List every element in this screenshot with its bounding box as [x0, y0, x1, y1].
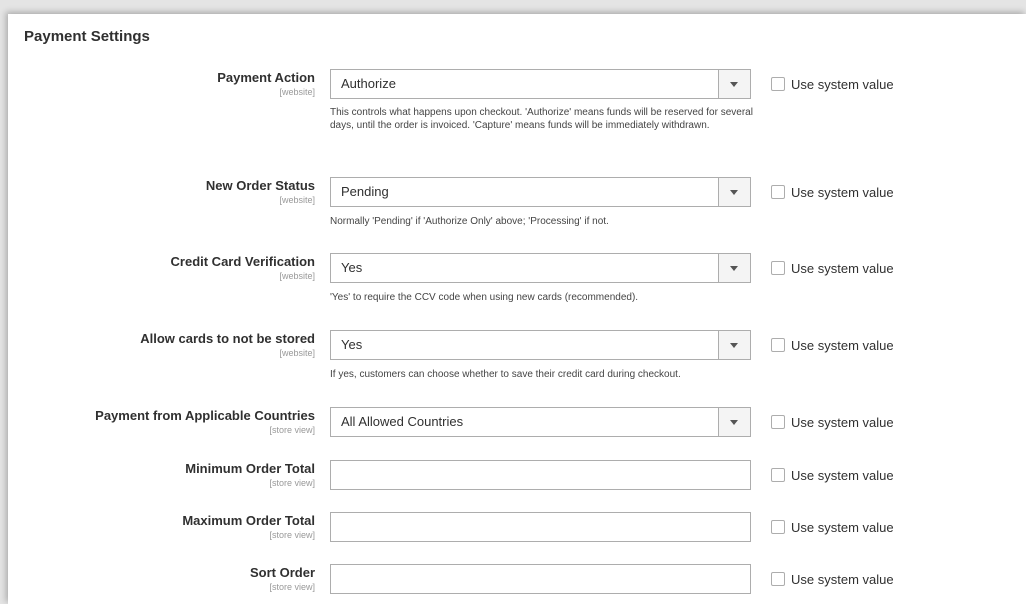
field-label-text: Minimum Order Total: [185, 461, 315, 476]
field-label: Payment from Applicable Countries [store…: [8, 407, 315, 436]
field-label-text: Payment from Applicable Countries: [95, 408, 315, 423]
field-label-text: Maximum Order Total: [182, 513, 315, 528]
use-system-value-checkbox[interactable]: [771, 185, 785, 199]
chevron-down-icon: [730, 266, 738, 271]
field-label-text: Payment Action: [217, 70, 315, 85]
field-scope: [store view]: [269, 582, 315, 592]
field-note: 'Yes' to require the CCV code when using…: [330, 292, 639, 303]
use-system-value-checkbox[interactable]: [771, 572, 785, 586]
field-note: This controls what happens upon checkout…: [330, 107, 753, 131]
payment-action-select[interactable]: Authorize: [330, 69, 751, 99]
field-label: Payment Action [website]: [8, 69, 315, 98]
section-title: Payment Settings: [24, 28, 150, 45]
field-label-text: New Order Status: [205, 178, 315, 193]
chevron-down-icon: [730, 343, 738, 348]
use-system-value-label[interactable]: Use system value: [791, 338, 894, 353]
use-system-value[interactable]: Use system value: [771, 335, 894, 355]
use-system-value-label[interactable]: Use system value: [791, 185, 894, 200]
field-scope: [website]: [279, 195, 315, 205]
dropdown-button[interactable]: [718, 70, 750, 98]
field-label: New Order Status [website]: [8, 177, 315, 206]
field-label-text: Credit Card Verification: [170, 254, 315, 269]
use-system-value-checkbox[interactable]: [771, 261, 785, 275]
chevron-down-icon: [730, 190, 738, 195]
sort-order-input[interactable]: [330, 564, 751, 594]
use-system-value-label[interactable]: Use system value: [791, 77, 894, 92]
use-system-value-label[interactable]: Use system value: [791, 468, 894, 483]
use-system-value-checkbox[interactable]: [771, 77, 785, 91]
field-scope: [website]: [279, 271, 315, 281]
use-system-value[interactable]: Use system value: [771, 465, 894, 485]
field-note: Normally 'Pending' if 'Authorize Only' a…: [330, 216, 609, 227]
use-system-value[interactable]: Use system value: [771, 74, 894, 94]
field-label: Sort Order [store view]: [8, 564, 315, 593]
field-scope: [store view]: [269, 478, 315, 488]
select-value: All Allowed Countries: [341, 414, 464, 429]
new-order-status-select[interactable]: Pending: [330, 177, 751, 207]
select-value: Yes: [341, 260, 363, 275]
field-label-text: Sort Order: [249, 565, 315, 580]
field-label: Allow cards to not be stored [website]: [8, 330, 315, 359]
chevron-down-icon: [730, 420, 738, 425]
field-scope: [website]: [279, 87, 315, 97]
dropdown-button[interactable]: [718, 408, 750, 436]
use-system-value-checkbox[interactable]: [771, 338, 785, 352]
select-value: Authorize: [341, 76, 396, 91]
use-system-value-label[interactable]: Use system value: [791, 415, 894, 430]
applicable-countries-select[interactable]: All Allowed Countries: [330, 407, 751, 437]
dropdown-button[interactable]: [718, 331, 750, 359]
use-system-value-label[interactable]: Use system value: [791, 572, 894, 587]
select-value: Yes: [341, 337, 363, 352]
use-system-value[interactable]: Use system value: [771, 569, 894, 589]
use-system-value[interactable]: Use system value: [771, 258, 894, 278]
field-scope: [store view]: [269, 425, 315, 435]
select-value: Pending: [341, 184, 389, 199]
minimum-order-total-input[interactable]: [330, 460, 751, 490]
credit-card-verification-select[interactable]: Yes: [330, 253, 751, 283]
field-label-text: Allow cards to not be stored: [140, 331, 315, 346]
payment-settings-panel: Payment Settings Payment Action [website…: [8, 14, 1026, 604]
allow-cards-not-stored-select[interactable]: Yes: [330, 330, 751, 360]
dropdown-button[interactable]: [718, 254, 750, 282]
use-system-value-checkbox[interactable]: [771, 468, 785, 482]
use-system-value-checkbox[interactable]: [771, 520, 785, 534]
chevron-down-icon: [730, 82, 738, 87]
field-scope: [store view]: [269, 530, 315, 540]
use-system-value-checkbox[interactable]: [771, 415, 785, 429]
maximum-order-total-input[interactable]: [330, 512, 751, 542]
field-label: Maximum Order Total [store view]: [8, 512, 315, 541]
use-system-value[interactable]: Use system value: [771, 517, 894, 537]
field-label: Credit Card Verification [website]: [8, 253, 315, 282]
dropdown-button[interactable]: [718, 178, 750, 206]
use-system-value[interactable]: Use system value: [771, 182, 894, 202]
field-note: If yes, customers can choose whether to …: [330, 369, 681, 380]
field-scope: [website]: [279, 348, 315, 358]
use-system-value-label[interactable]: Use system value: [791, 520, 894, 535]
use-system-value-label[interactable]: Use system value: [791, 261, 894, 276]
field-label: Minimum Order Total [store view]: [8, 460, 315, 489]
use-system-value[interactable]: Use system value: [771, 412, 894, 432]
